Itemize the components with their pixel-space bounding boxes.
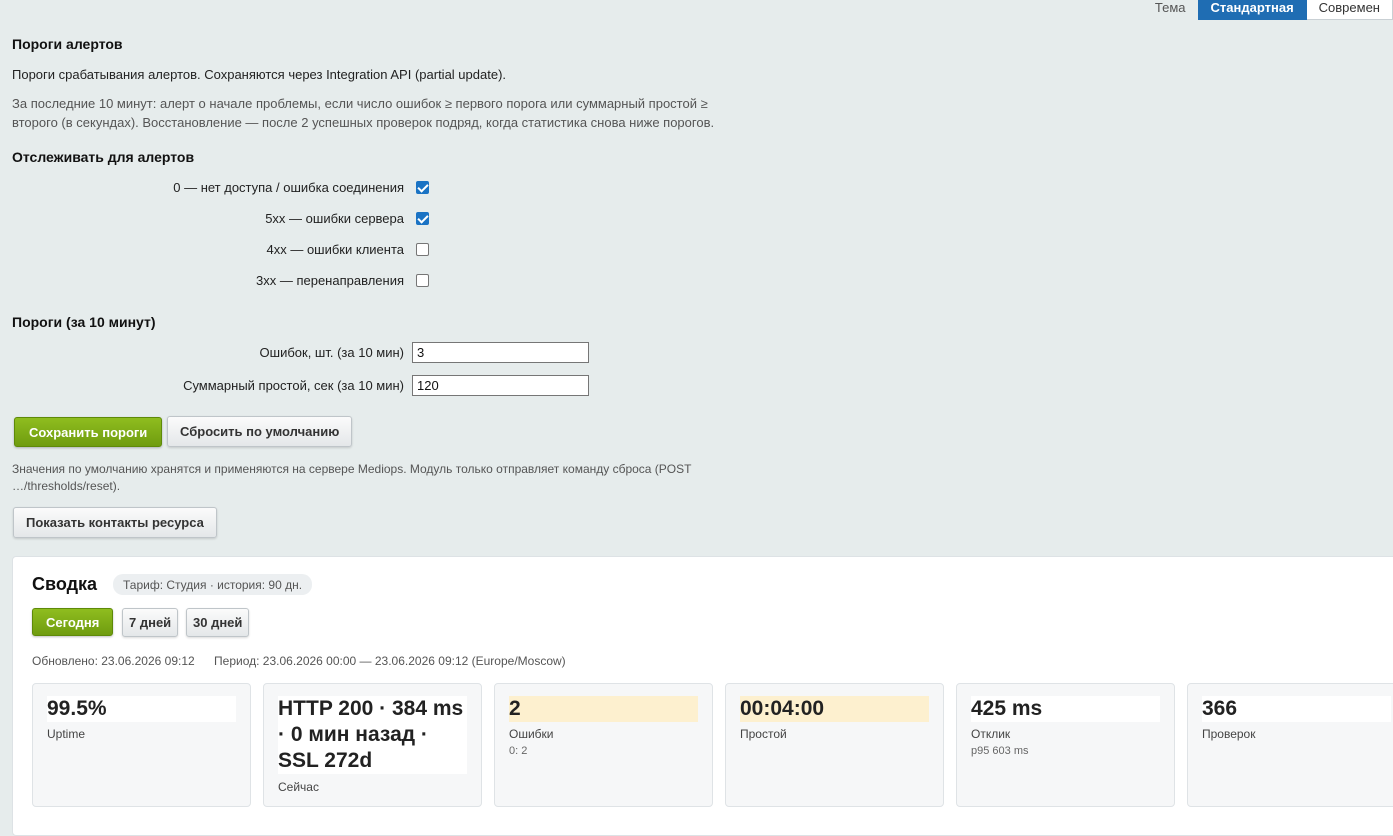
thresholds-description: Пороги срабатывания алертов. Сохраняются… xyxy=(12,67,507,82)
track-checkbox-5xx[interactable] xyxy=(416,211,429,225)
track-row-3xx: 3xx — перенаправления xyxy=(0,269,1393,291)
stat-sub: 0: 2 xyxy=(509,745,528,757)
updated-text: Обновлено: 23.06.2026 09:12 xyxy=(32,654,195,668)
thresholds-note: За последние 10 минут: алерт о начале пр… xyxy=(12,94,714,132)
downtime-threshold-input[interactable] xyxy=(412,375,589,396)
stat-value: 99.5% xyxy=(47,696,236,722)
errors-row: Ошибок, шт. (за 10 мин) xyxy=(0,341,1393,363)
summary-title: Сводка xyxy=(32,574,98,594)
theme-standard-button[interactable]: Стандартная xyxy=(1197,0,1307,20)
stat-value: 366 xyxy=(1202,696,1391,722)
stat-card-now: HTTP 200 · 384 ms · 0 мин назад · SSL 27… xyxy=(263,683,482,807)
stat-label: Проверок xyxy=(1202,727,1256,741)
track-label: 5xx — ошибки сервера xyxy=(265,210,404,226)
downtime-row: Суммарный простой, сек (за 10 мин) xyxy=(0,374,1393,396)
thresholds-title: Пороги алертов xyxy=(12,36,123,52)
period-text: Период: 23.06.2026 00:00 — 23.06.2026 09… xyxy=(214,654,566,668)
theme-modern-button[interactable]: Современ xyxy=(1306,0,1393,20)
stat-value: 425 ms xyxy=(971,696,1160,722)
stat-label: Отклик xyxy=(971,727,1011,741)
defaults-note-line: Значения по умолчанию хранятся и применя… xyxy=(12,462,692,476)
stat-label: Сейчас xyxy=(278,780,319,794)
stat-value: 00:04:00 xyxy=(740,696,929,722)
period-30-days-button[interactable]: 30 дней xyxy=(186,608,250,637)
track-label: 0 — нет доступа / ошибка соединения xyxy=(173,179,404,195)
period-info: Обновлено: 23.06.2026 09:12 Период: 23.0… xyxy=(32,654,582,668)
limits-title: Пороги (за 10 минут) xyxy=(12,314,156,330)
stat-label: Простой xyxy=(740,727,787,741)
track-label: 3xx — перенаправления xyxy=(256,272,404,288)
stat-card-uptime: 99.5% Uptime xyxy=(32,683,251,807)
stat-label: Ошибки xyxy=(509,727,554,741)
errors-label: Ошибок, шт. (за 10 мин) xyxy=(259,344,404,360)
show-contacts-button[interactable]: Показать контакты ресурса xyxy=(13,507,217,538)
theme-switch: Тема Стандартная Современ xyxy=(1155,0,1393,20)
stat-value: HTTP 200 · 384 ms · 0 мин назад · SSL 27… xyxy=(278,696,467,774)
stat-value: 2 xyxy=(509,696,698,722)
track-label: 4xx — ошибки клиента xyxy=(266,241,404,257)
period-7-days-button[interactable]: 7 дней xyxy=(122,608,179,637)
stat-label: Uptime xyxy=(47,727,86,741)
defaults-note-line: …/thresholds/reset). xyxy=(12,479,121,493)
track-row-0: 0 — нет доступа / ошибка соединения xyxy=(0,176,1393,198)
defaults-note: Значения по умолчанию хранятся и применя… xyxy=(12,461,691,495)
reset-defaults-button[interactable]: Сбросить по умолчанию xyxy=(167,416,353,447)
thresholds-note-line: второго (в секундах). Восстановление — п… xyxy=(12,115,715,130)
track-checkbox-0[interactable] xyxy=(416,180,429,194)
stat-card-checks: 366 Проверок xyxy=(1187,683,1393,807)
track-row-5xx: 5xx — ошибки сервера xyxy=(0,207,1393,229)
stat-card-errors: 2 Ошибки 0: 2 xyxy=(494,683,713,807)
stat-card-response: 425 ms Отклик p95 603 ms xyxy=(956,683,1175,807)
track-title: Отслеживать для алертов xyxy=(12,149,195,165)
stat-card-downtime: 00:04:00 Простой xyxy=(725,683,944,807)
stat-sub: p95 603 ms xyxy=(971,745,1029,757)
period-today-button[interactable]: Сегодня xyxy=(32,608,114,636)
downtime-label: Суммарный простой, сек (за 10 мин) xyxy=(183,377,404,393)
track-checkbox-3xx[interactable] xyxy=(416,273,429,287)
track-checkbox-4xx[interactable] xyxy=(416,242,429,256)
track-row-4xx: 4xx — ошибки клиента xyxy=(0,238,1393,260)
theme-label: Тема xyxy=(1154,0,1186,15)
summary-panel: Сводка Тариф: Студия · история: 90 дн. С… xyxy=(12,556,1393,836)
plan-badge: Тариф: Студия · история: 90 дн. xyxy=(113,574,313,595)
save-thresholds-button[interactable]: Сохранить пороги xyxy=(14,417,163,447)
errors-threshold-input[interactable] xyxy=(412,342,589,363)
thresholds-note-line: За последние 10 минут: алерт о начале пр… xyxy=(12,96,708,111)
